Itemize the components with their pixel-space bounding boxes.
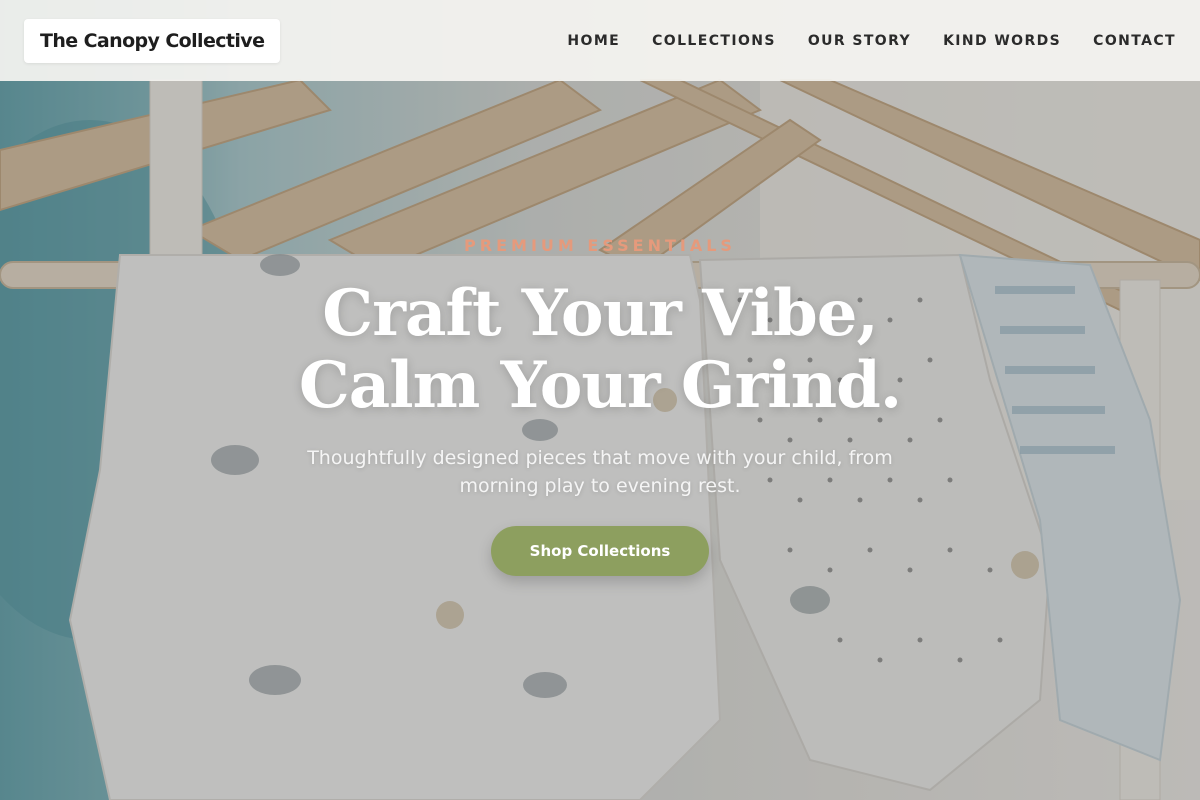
hero-background-image (0, 0, 1200, 800)
nav-home-link[interactable]: HOME (567, 33, 620, 49)
nav-contact-link[interactable]: CONTACT (1093, 33, 1176, 49)
brand-logo[interactable]: The Canopy Collective (24, 18, 281, 63)
hero-overlay (0, 0, 1200, 800)
nav-kind-words-link[interactable]: KIND WORDS (943, 33, 1061, 49)
shop-collections-button[interactable]: Shop Collections (491, 526, 709, 576)
nav-our-story-link[interactable]: OUR STORY (808, 33, 911, 49)
brand-name: The Canopy Collective (40, 29, 265, 52)
main-navigation: HOME COLLECTIONS OUR STORY KIND WORDS CO… (567, 33, 1176, 49)
nav-collections-link[interactable]: COLLECTIONS (652, 33, 776, 49)
site-header: The Canopy Collective HOME COLLECTIONS O… (0, 0, 1200, 81)
